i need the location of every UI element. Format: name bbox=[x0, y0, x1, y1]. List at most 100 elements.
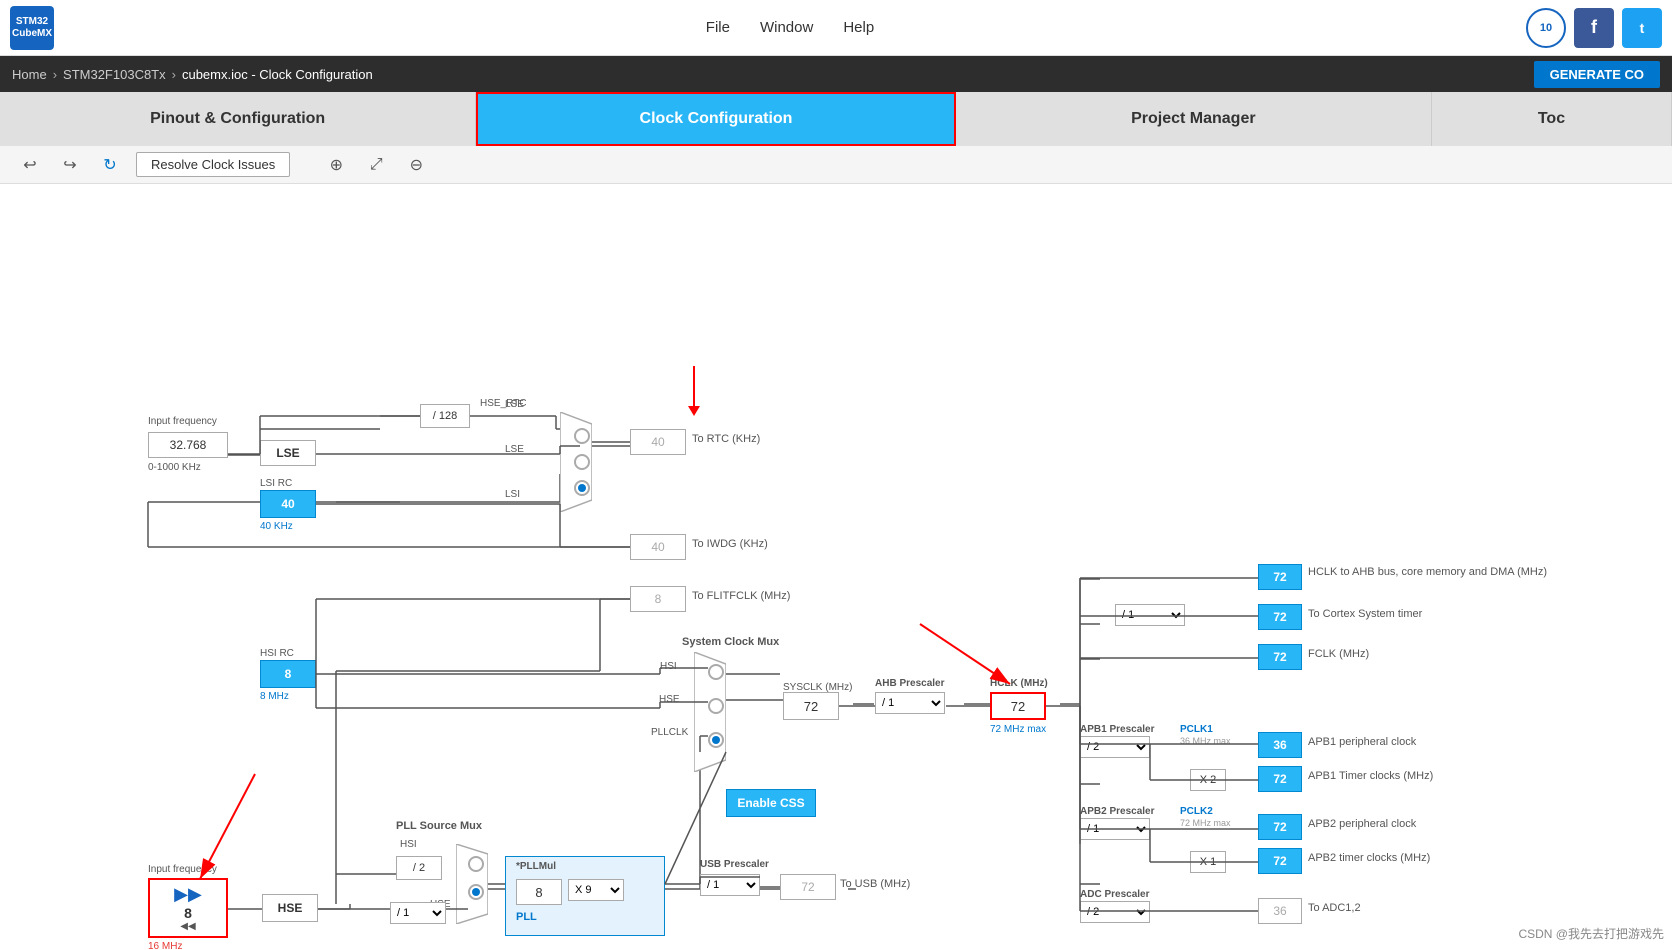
apb2-prescaler-select[interactable]: / 1 bbox=[1080, 818, 1150, 840]
sysclk-hse-radio[interactable] bbox=[708, 698, 724, 714]
hsi-mux-label: HSI bbox=[660, 661, 677, 672]
logo-image: STM32CubeMX bbox=[10, 6, 54, 50]
pll-mux-hsi-radio[interactable] bbox=[468, 856, 484, 872]
undo-button[interactable]: ↩ bbox=[16, 151, 44, 179]
cortex-value-box[interactable]: 72 bbox=[1258, 604, 1302, 630]
adc-dest-label: To ADC1,2 bbox=[1308, 902, 1361, 914]
diagram-toolbar: ↩ ↪ ↻ Resolve Clock Issues ⊕ ⤢ ⊖ bbox=[0, 146, 1672, 184]
fit-view-button[interactable]: ⤢ bbox=[362, 151, 390, 179]
enable-css-button[interactable]: Enable CSS bbox=[726, 789, 816, 817]
sysclk-pll-radio[interactable] bbox=[708, 732, 724, 748]
breadcrumb-chip[interactable]: STM32F103C8Tx bbox=[63, 67, 166, 82]
red-arrow-1 bbox=[688, 366, 700, 416]
redo-button[interactable]: ↪ bbox=[56, 151, 84, 179]
adc-prescaler-select[interactable]: / 2 bbox=[1080, 901, 1150, 923]
topbar: STM32CubeMX File Window Help 10 f t bbox=[0, 0, 1672, 56]
usb-dest-label: To USB (MHz) bbox=[840, 878, 910, 890]
apb1-prescaler-label: APB1 Prescaler bbox=[1080, 724, 1155, 735]
menu-file[interactable]: File bbox=[706, 19, 730, 36]
tab-toc[interactable]: Toc bbox=[1432, 92, 1672, 146]
apb2-prescaler-label: APB2 Prescaler bbox=[1080, 806, 1155, 817]
pll-mux-hse-radio[interactable] bbox=[468, 884, 484, 900]
logo: STM32CubeMX bbox=[10, 6, 54, 50]
refresh-button[interactable]: ↻ bbox=[96, 151, 124, 179]
lsi-rc-value-box[interactable]: 40 bbox=[260, 490, 316, 518]
hsi-rc-unit: 8 MHz bbox=[260, 691, 289, 702]
pll-mul-value-box[interactable]: 8 bbox=[516, 879, 562, 905]
apb1-periph-value-box[interactable]: 36 bbox=[1258, 732, 1302, 758]
usb-prescaler-label: USB Prescaler bbox=[700, 859, 769, 870]
hsi-rc-value-box[interactable]: 8 bbox=[260, 660, 316, 688]
lse-wire-label2: LSE bbox=[505, 444, 524, 455]
ahb-prescaler-label: AHB Prescaler bbox=[875, 678, 944, 689]
apb1-timer-label: APB1 Timer clocks (MHz) bbox=[1308, 770, 1433, 782]
hclk-max-label: 72 MHz max bbox=[990, 724, 1046, 735]
watermark: CSDN @我先去打把游戏先 bbox=[1518, 925, 1664, 942]
rtc-value-box[interactable]: 40 bbox=[630, 429, 686, 455]
iwdg-dest-label: To IWDG (KHz) bbox=[692, 538, 768, 550]
rtc-dest-label: To RTC (KHz) bbox=[692, 433, 760, 445]
lsi-rc-label: LSI RC bbox=[260, 478, 292, 489]
flit-value-box[interactable]: 8 bbox=[630, 586, 686, 612]
lsi-rc-unit: 40 KHz bbox=[260, 521, 293, 532]
tab-project-manager[interactable]: Project Manager bbox=[956, 92, 1432, 146]
fclk-value-box[interactable]: 72 bbox=[1258, 644, 1302, 670]
input-freq-value-box[interactable]: 32.768 bbox=[148, 432, 228, 458]
breadcrumb-home[interactable]: Home bbox=[12, 67, 47, 82]
flit-dest-label: To FLITFCLK (MHz) bbox=[692, 590, 790, 602]
apb1-prescaler-select[interactable]: / 2 bbox=[1080, 736, 1150, 758]
tab-bar: Pinout & Configuration Clock Configurati… bbox=[0, 92, 1672, 146]
generate-code-button[interactable]: GENERATE CO bbox=[1534, 61, 1660, 88]
pclk1-max-label: 36 MHz max bbox=[1180, 736, 1231, 746]
lse-wire-label: LSE bbox=[505, 399, 524, 410]
cortex-dest-label: To Cortex System timer bbox=[1308, 608, 1422, 620]
apb1-x2-box: X 2 bbox=[1190, 769, 1226, 791]
pll-mul-label: *PLLMul bbox=[516, 861, 556, 872]
pll-mul-select[interactable]: X 9 bbox=[568, 879, 624, 901]
ahb-prescaler-select[interactable]: / 1 bbox=[875, 692, 945, 714]
iwdg-value-box[interactable]: 40 bbox=[630, 534, 686, 560]
hclk-ahb-value-box[interactable]: 72 bbox=[1258, 564, 1302, 590]
pclk1-label: PCLK1 bbox=[1180, 724, 1213, 735]
timer-badge: 10 bbox=[1526, 8, 1566, 48]
hse-input-box: ▶▶ 8 ◀◀ bbox=[148, 878, 228, 938]
twitter-icon[interactable]: t bbox=[1622, 8, 1662, 48]
pllclk-mux-label: PLLCLK bbox=[651, 727, 688, 738]
apb2-periph-value-box[interactable]: 72 bbox=[1258, 814, 1302, 840]
resolve-clock-button[interactable]: Resolve Clock Issues bbox=[136, 152, 290, 177]
apb2-x1-box: X 1 bbox=[1190, 851, 1226, 873]
cortex-div-select[interactable]: / 1 bbox=[1115, 604, 1185, 626]
apb1-timer-value-box[interactable]: 72 bbox=[1258, 766, 1302, 792]
pll-box: *PLLMul 8 X 9 PLL bbox=[505, 856, 665, 936]
sysclk-hsi-radio[interactable] bbox=[708, 664, 724, 680]
pll-div-select[interactable]: / 1 bbox=[390, 902, 446, 924]
facebook-icon[interactable]: f bbox=[1574, 8, 1614, 48]
apb2-timer-value-box[interactable]: 72 bbox=[1258, 848, 1302, 874]
hsi-rc-label: HSI RC bbox=[260, 648, 294, 659]
menu-window[interactable]: Window bbox=[760, 19, 813, 36]
sysclk-value-box[interactable]: 72 bbox=[783, 692, 839, 720]
rtc-mux-lsi-radio[interactable] bbox=[574, 480, 590, 496]
tab-clock[interactable]: Clock Configuration bbox=[476, 92, 955, 146]
input-freq2-unit: 16 MHz bbox=[148, 941, 182, 950]
breadcrumb-bar: Home › STM32F103C8Tx › cubemx.ioc - Cloc… bbox=[0, 56, 1672, 92]
lse-box: LSE bbox=[260, 440, 316, 466]
pll-label-text: PLL bbox=[516, 911, 537, 923]
tab-pinout[interactable]: Pinout & Configuration bbox=[0, 92, 476, 146]
zoom-in-button[interactable]: ⊕ bbox=[322, 151, 350, 179]
zoom-out-button[interactable]: ⊖ bbox=[402, 151, 430, 179]
input-freq-label: Input frequency bbox=[148, 416, 217, 427]
pclk2-label: PCLK2 bbox=[1180, 806, 1213, 817]
usb-value-box[interactable]: 72 bbox=[780, 874, 836, 900]
clock-diagram: Input frequency 32.768 0-1000 KHz LSE / … bbox=[0, 184, 1672, 950]
rtc-mux-lse2-radio[interactable] bbox=[574, 454, 590, 470]
rtc-mux-lse-radio[interactable] bbox=[574, 428, 590, 444]
hse-mux-label: HSE bbox=[659, 694, 680, 705]
menu-help[interactable]: Help bbox=[843, 19, 874, 36]
adc-value-box[interactable]: 36 bbox=[1258, 898, 1302, 924]
hclk-value-box[interactable]: 72 bbox=[990, 692, 1046, 720]
usb-prescaler-select[interactable]: / 1 bbox=[700, 874, 760, 896]
div128-box: / 128 bbox=[420, 404, 470, 428]
pclk2-max-label: 72 MHz max bbox=[1180, 818, 1231, 828]
pll-hsi-wire-label: HSI bbox=[400, 839, 417, 850]
